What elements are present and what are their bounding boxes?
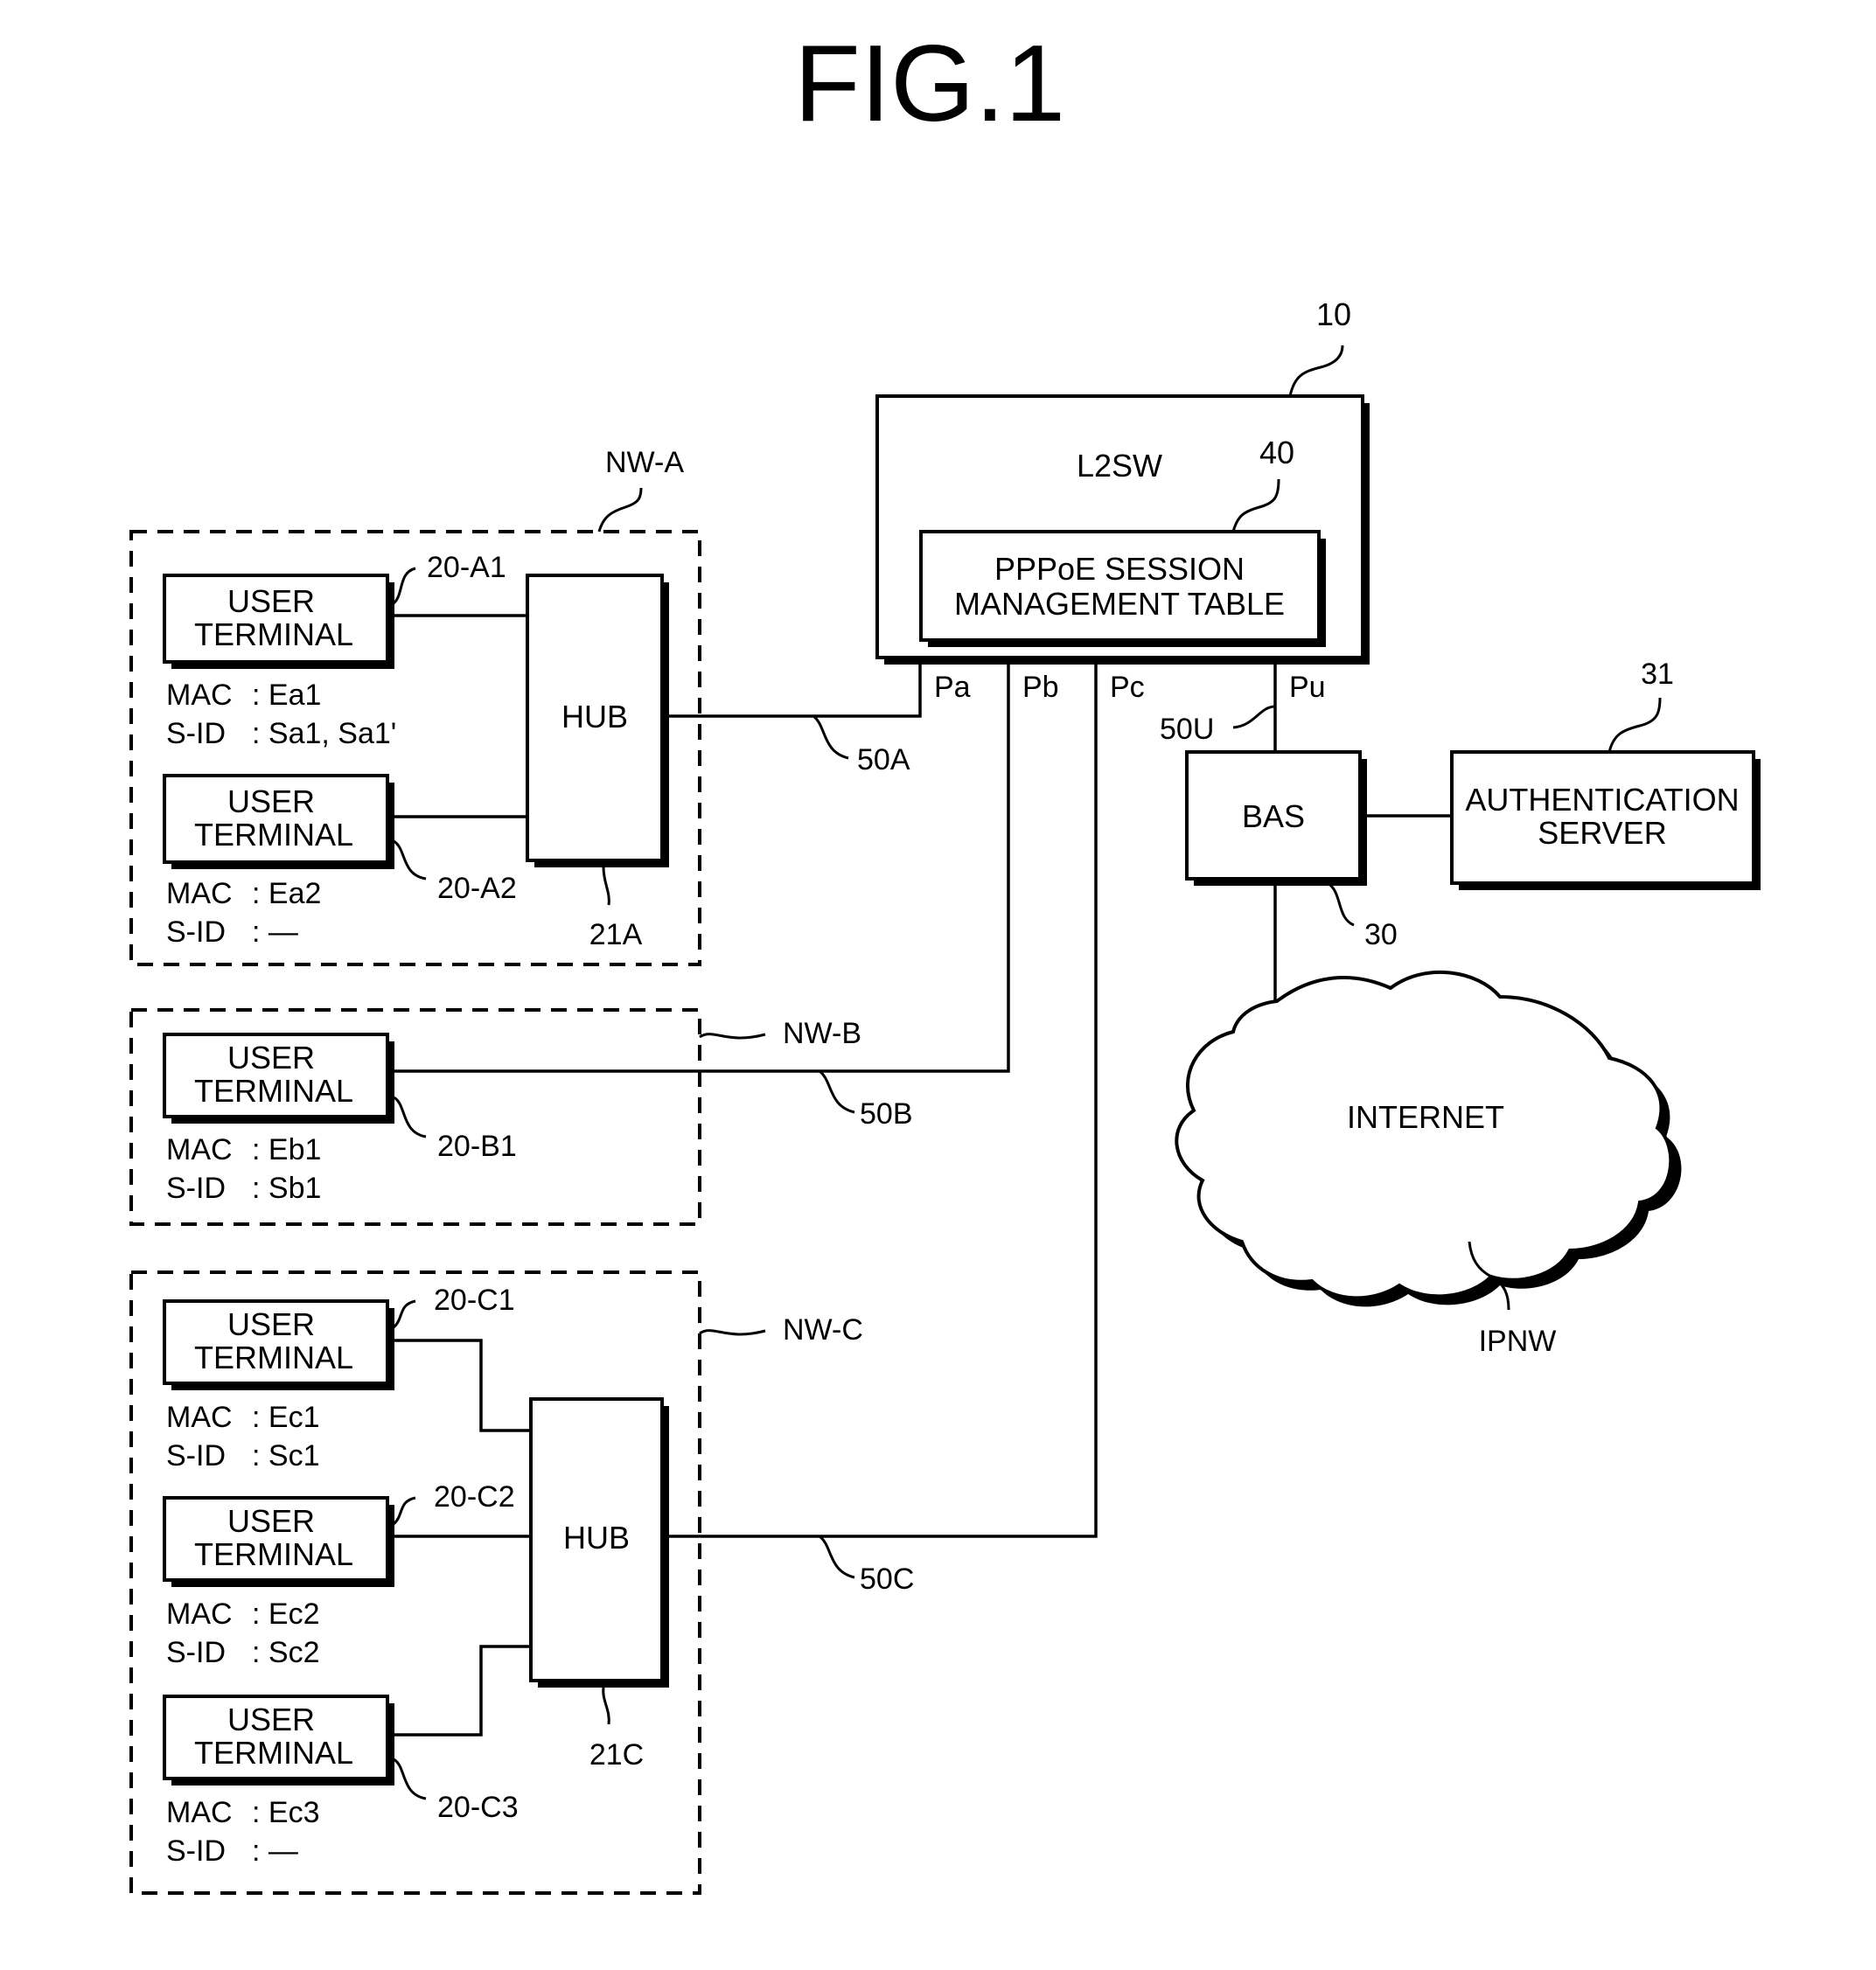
hub-a-ref-leader (602, 867, 610, 906)
link-50u-leader (1232, 705, 1276, 729)
port-pb-label: Pb (1022, 671, 1059, 704)
port-pu-label: Pu (1289, 671, 1326, 704)
user-terminal-b1-line1: USER (227, 1040, 315, 1075)
user-terminal-a2-line2: TERMINAL (194, 817, 353, 853)
terminal-c3-mac: : Ec3 (252, 1796, 319, 1829)
link-50c-ref: 50C (860, 1563, 914, 1596)
nw-a-label: NW-A (605, 446, 684, 479)
link-50u-ref: 50U (1160, 713, 1214, 746)
nw-b-ref-leader (699, 1033, 766, 1040)
user-terminal-c3-line1: USER (227, 1702, 315, 1737)
hub-c-label: HUB (563, 1520, 630, 1556)
auth-server-line2: SERVER (1538, 815, 1666, 851)
link-c3-hub (387, 1645, 531, 1737)
user-terminal-c1-line1: USER (227, 1306, 315, 1342)
link-50c-leader (818, 1535, 855, 1579)
terminal-a1-mac: : Ea1 (252, 679, 321, 712)
terminal-b1-sid-key: S-ID (166, 1172, 226, 1205)
terminal-c3-mac-key: MAC (166, 1796, 233, 1829)
nw-c-ref-leader (699, 1329, 766, 1336)
port-pa-label: Pa (934, 671, 971, 704)
hub-a-ref: 21A (589, 918, 643, 951)
pppoe-session-table: PPPoE SESSION MANAGEMENT TABLE (919, 530, 1326, 647)
bas-ref: 30 (1364, 918, 1398, 951)
bas-ref-leader (1327, 881, 1355, 927)
hub-c-ref: 21C (589, 1738, 644, 1772)
terminal-c2-mac: : Ec2 (252, 1598, 319, 1631)
terminal-a2-mac: : Ea2 (252, 877, 321, 910)
terminal-c1-mac: : Ec1 (252, 1401, 319, 1434)
bas-node: BAS 30 (1185, 750, 1398, 951)
user-terminal-a2-line1: USER (227, 783, 315, 819)
link-50a-ref: 50A (857, 743, 910, 776)
user-terminal-c2-line1: USER (227, 1503, 315, 1539)
l2sw-label: L2SW (1077, 448, 1162, 484)
user-terminal-c1-line2: TERMINAL (194, 1340, 353, 1375)
terminal-c3-sid: : — (252, 1834, 298, 1868)
terminal-b1-mac: : Eb1 (252, 1133, 321, 1166)
pppoe-table-line2: MANAGEMENT TABLE (954, 586, 1285, 622)
user-terminal-c3-line2: TERMINAL (194, 1735, 353, 1771)
terminal-c2-mac-key: MAC (166, 1598, 233, 1631)
user-terminal-a1-line1: USER (227, 583, 315, 619)
pppoe-table-ref: 40 (1259, 435, 1294, 470)
terminal-a1-mac-key: MAC (166, 679, 233, 712)
pppoe-table-line1: PPPoE SESSION (994, 551, 1245, 587)
port-pc-label: Pc (1110, 671, 1145, 704)
terminal-c1-mac-key: MAC (166, 1401, 233, 1434)
network-nw-c: NW-C USER TERMINAL 20-C1 MAC : Ec1 S-ID … (129, 1270, 863, 1895)
user-terminal-a1-line2: TERMINAL (194, 616, 353, 652)
terminal-b1-ref-leader (393, 1096, 427, 1138)
network-nw-b: NW-B USER TERMINAL 20-B1 MAC : Eb1 S-ID … (129, 1008, 861, 1226)
internet-cloud: INTERNET IPNW (1175, 970, 1682, 1358)
link-50b-leader (818, 1069, 855, 1114)
terminal-a2-mac-key: MAC (166, 877, 233, 910)
authentication-server-node: AUTHENTICATION SERVER 31 (1450, 658, 1761, 890)
terminal-c1-sid-key: S-ID (166, 1439, 226, 1472)
nw-a-ref-leader (597, 487, 643, 533)
terminal-c2-ref: 20-C2 (434, 1480, 515, 1514)
bas-label: BAS (1242, 798, 1305, 834)
link-50a-leader (812, 714, 849, 760)
nw-c-label: NW-C (783, 1313, 863, 1347)
terminal-c2-sid: : Sc2 (252, 1636, 319, 1669)
terminal-c3-ref-leader (393, 1758, 427, 1800)
internet-ref: IPNW (1479, 1325, 1557, 1358)
l2sw-ref: 10 (1316, 296, 1351, 332)
auth-server-ref: 31 (1641, 658, 1674, 691)
terminal-a1-sid: : Sa1, Sa1' (252, 717, 396, 750)
terminal-a2-sid-key: S-ID (166, 915, 226, 949)
terminal-a1-sid-key: S-ID (166, 717, 226, 750)
terminal-a1-ref: 20-A1 (427, 551, 506, 584)
link-c1-hub (387, 1339, 531, 1432)
terminal-b1-mac-key: MAC (166, 1133, 233, 1166)
l2sw-ref-leader (1288, 345, 1344, 397)
terminal-b1-ref: 20-B1 (437, 1130, 517, 1163)
network-diagram: FIG.1 L2SW PPPoE SESSION MANAGEMENT TABL… (129, 24, 1761, 1895)
link-50b-ref: 50B (860, 1097, 913, 1131)
figure-title: FIG.1 (794, 24, 1065, 144)
hub-a-label: HUB (561, 699, 628, 734)
terminal-a1-ref-leader (392, 567, 416, 605)
terminal-c3-sid-key: S-ID (166, 1834, 226, 1868)
internet-label: INTERNET (1347, 1099, 1504, 1135)
terminal-a2-ref: 20-A2 (437, 872, 517, 905)
terminal-c1-ref-leader (392, 1299, 416, 1329)
terminal-a2-sid: : — (252, 915, 298, 949)
network-nw-a: NW-A USER TERMINAL 20-A1 MAC : Ea1 S-ID … (129, 446, 701, 966)
terminal-c2-ref-leader (392, 1496, 416, 1526)
l2sw-node: L2SW PPPoE SESSION MANAGEMENT TABLE 10 4… (875, 296, 1370, 665)
hub-c-ref-leader (602, 1687, 610, 1725)
terminal-c3-ref: 20-C3 (437, 1791, 519, 1824)
auth-server-line1: AUTHENTICATION (1465, 782, 1739, 818)
user-terminal-c2-line2: TERMINAL (194, 1536, 353, 1572)
terminal-a2-ref-leader (393, 839, 427, 881)
user-terminal-b1-line2: TERMINAL (194, 1073, 353, 1109)
auth-server-ref-leader (1608, 697, 1662, 753)
terminal-c2-sid-key: S-ID (166, 1636, 226, 1669)
terminal-b1-sid: : Sb1 (252, 1172, 321, 1205)
nw-b-label: NW-B (783, 1017, 861, 1050)
terminal-c1-sid: : Sc1 (252, 1439, 319, 1472)
terminal-c1-ref: 20-C1 (434, 1284, 515, 1317)
